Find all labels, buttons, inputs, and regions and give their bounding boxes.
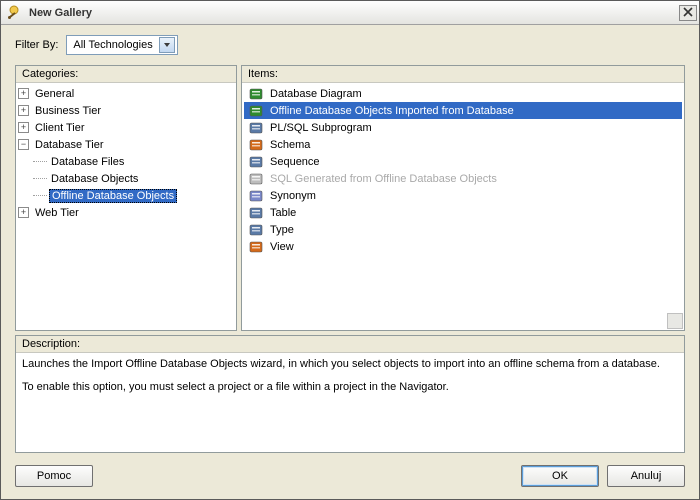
tree-row[interactable]: Offline Database Objects [18,187,234,204]
tree-label: Business Tier [33,105,103,117]
item-label: Synonym [270,190,316,202]
type-icon [248,222,264,238]
tree-row[interactable]: + Business Tier [18,102,234,119]
description-line2: To enable this option, you must select a… [22,380,678,395]
description-panel: Description: Launches the Import Offline… [15,335,685,453]
item-label: Table [270,207,296,219]
collapse-icon[interactable]: − [18,139,29,150]
db-import-icon [248,103,264,119]
plsql-icon [248,120,264,136]
categories-header: Categories: [16,66,236,83]
tree-row[interactable]: Database Files [18,153,234,170]
window-title: New Gallery [29,7,679,19]
tree-label: Client Tier [33,122,87,134]
tree-row[interactable]: + Client Tier [18,119,234,136]
filter-value: All Technologies [73,39,158,51]
tree-label: General [33,88,76,100]
list-item[interactable]: Type [244,221,682,238]
tree-label: Web Tier [33,207,81,219]
list-item[interactable]: View [244,238,682,255]
description-header: Description: [16,336,684,353]
expand-icon[interactable]: + [18,88,29,99]
chevron-down-icon [159,37,175,53]
cancel-button[interactable]: Anuluj [607,465,685,487]
sql-gen-icon [248,171,264,187]
diagram-icon [248,86,264,102]
close-icon [683,7,693,19]
item-label: Schema [270,139,310,151]
tree-label: Database Objects [49,173,140,185]
ok-button[interactable]: OK [521,465,599,487]
description-line1: Launches the Import Offline Database Obj… [22,357,678,372]
list-item[interactable]: Table [244,204,682,221]
list-item[interactable]: Sequence [244,153,682,170]
filter-combo[interactable]: All Technologies [66,35,177,55]
tree-row[interactable]: Database Objects [18,170,234,187]
table-icon [248,205,264,221]
view-icon [248,239,264,255]
description-body: Launches the Import Offline Database Obj… [16,353,684,399]
expand-icon[interactable]: + [18,122,29,133]
main-panels: Categories: + General + Business Tier + Clien… [1,61,699,331]
items-list[interactable]: Database Diagram Offline Database Objects… [242,83,684,330]
item-label: Database Diagram [270,88,362,100]
tree-row[interactable]: + Web Tier [18,204,234,221]
app-icon [7,5,23,21]
item-label: View [270,241,294,253]
list-item[interactable]: Schema [244,136,682,153]
list-item: SQL Generated from Offline Database Obje… [244,170,682,187]
categories-tree[interactable]: +General+Business Tier+Client Tier−Datab… [16,83,236,330]
filter-bar: Filter By: All Technologies [1,25,699,61]
tree-row[interactable]: −Database Tier [18,136,234,153]
list-item[interactable]: Database Diagram [244,85,682,102]
help-button[interactable]: Pomoc [15,465,93,487]
tree-row[interactable]: + General [18,85,234,102]
sequence-icon [248,154,264,170]
filter-label: Filter By: [15,39,58,51]
close-button[interactable] [679,5,697,21]
items-panel: Items: Database Diagram Offline Database … [241,65,685,331]
item-label: Sequence [270,156,320,168]
tree-label: Database Tier [33,139,105,151]
synonym-icon [248,188,264,204]
item-label: Type [270,224,294,236]
item-label: PL/SQL Subprogram [270,122,372,134]
tree-label: Database Files [49,156,126,168]
scroll-corner [667,313,683,329]
title-bar: New Gallery [1,1,699,25]
tree-label: Offline Database Objects [49,189,177,203]
list-item[interactable]: Offline Database Objects Imported from D… [244,102,682,119]
expand-icon[interactable]: + [18,207,29,218]
dialog-footer: Pomoc OK Anuluj [1,453,699,499]
schema-icon [248,137,264,153]
categories-panel: Categories: + General + Business Tier + Clien… [15,65,237,331]
item-label: Offline Database Objects Imported from D… [270,105,514,117]
expand-icon[interactable]: + [18,105,29,116]
list-item[interactable]: PL/SQL Subprogram [244,119,682,136]
items-header: Items: [242,66,684,83]
item-label: SQL Generated from Offline Database Obje… [270,173,497,185]
list-item[interactable]: Synonym [244,187,682,204]
